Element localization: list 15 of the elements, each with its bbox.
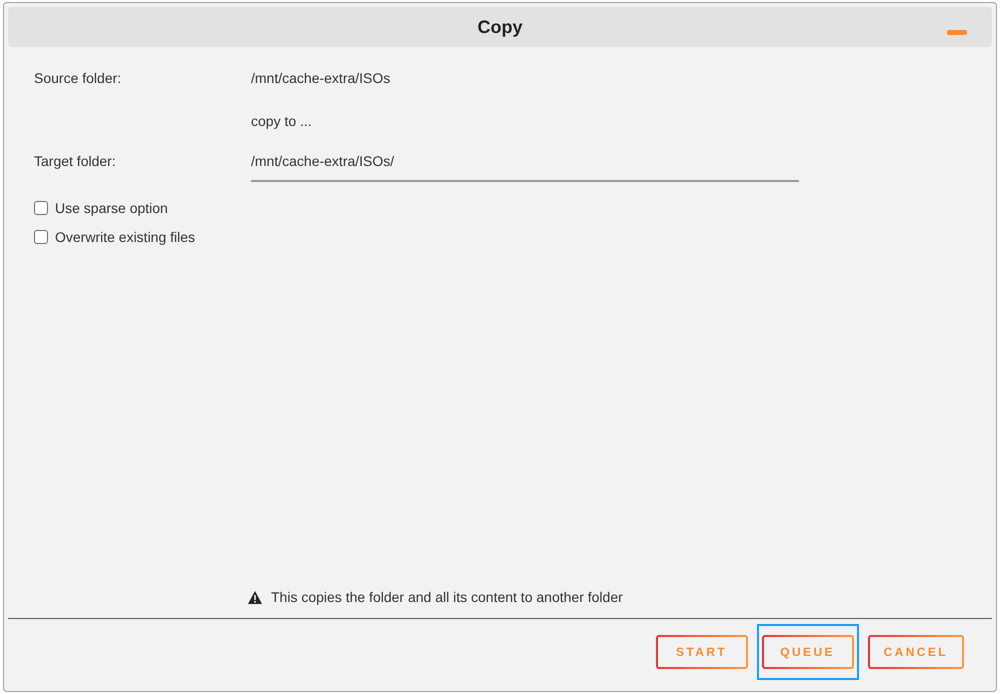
notice-text: This copies the folder and all its content to another folder bbox=[271, 588, 623, 607]
field-value: /mnt/cache-extra/ISOs bbox=[251, 69, 390, 88]
dialog-button[interactable]: QUEUE bbox=[762, 635, 854, 669]
note-text: copy to ... bbox=[251, 112, 312, 131]
checkbox-label: Overwrite existing files bbox=[55, 228, 196, 247]
checkbox[interactable] bbox=[34, 201, 48, 215]
checkbox-label: Use sparse option bbox=[55, 199, 168, 218]
folder-path-field[interactable]: /mnt/cache-extra/ISOs/ bbox=[251, 150, 799, 182]
field-label: Target folder: bbox=[34, 152, 116, 171]
dialog-button[interactable]: CANCEL bbox=[868, 635, 964, 669]
window-title: Copy bbox=[478, 16, 522, 38]
field-label: Source folder: bbox=[34, 69, 122, 88]
checkbox[interactable] bbox=[34, 230, 48, 244]
dialog-button[interactable]: START bbox=[656, 635, 748, 669]
warning-icon bbox=[248, 590, 262, 604]
